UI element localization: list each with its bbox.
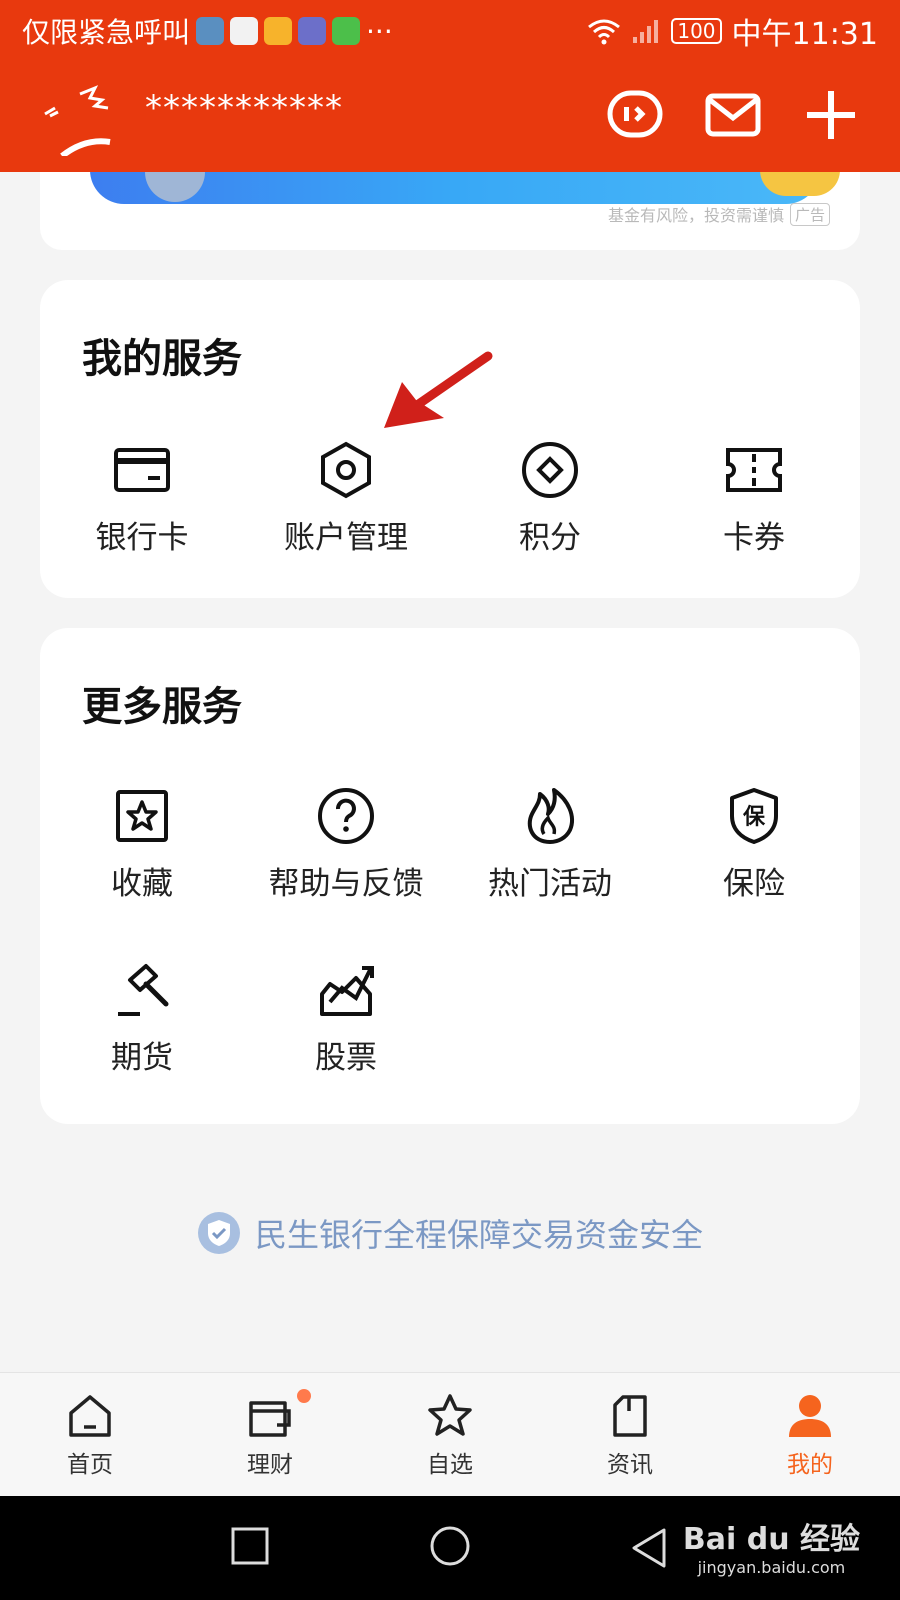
tab-label: 资讯 bbox=[607, 1452, 653, 1478]
shield-app-icon bbox=[230, 17, 259, 45]
tab-wealth[interactable]: 理财 bbox=[180, 1373, 360, 1496]
home-icon bbox=[69, 1395, 111, 1437]
service-insurance[interactable]: 保 保险 bbox=[652, 784, 856, 903]
check-shield-icon bbox=[197, 1212, 240, 1254]
status-bar: 仅限紧急呼叫 ··· 100 中午11:31 bbox=[0, 0, 900, 62]
more-services-card: 更多服务 收藏 帮助与反馈 热门活动 保 保险 期货 股票 bbox=[40, 628, 860, 1124]
service-points[interactable]: 积分 bbox=[448, 438, 652, 557]
plus-icon[interactable] bbox=[802, 86, 860, 144]
question-circle-icon bbox=[318, 788, 374, 844]
recent-apps-button[interactable] bbox=[230, 1526, 270, 1566]
guarantee-text: 民生银行全程保障交易资金安全 bbox=[254, 1216, 703, 1254]
more-services-title: 更多服务 bbox=[82, 684, 242, 730]
tab-news[interactable]: 资讯 bbox=[540, 1373, 720, 1496]
service-help-feedback[interactable]: 帮助与反馈 bbox=[244, 784, 448, 903]
bank-card-icon bbox=[114, 448, 170, 492]
disclaimer-text: 基金有风险，投资需谨慎 bbox=[607, 206, 784, 225]
my-services-card: 我的服务 银行卡 账户管理 积分 卡券 bbox=[40, 280, 860, 598]
document-icon bbox=[613, 1395, 647, 1437]
more-notifications: ··· bbox=[366, 14, 393, 48]
avatar[interactable] bbox=[40, 76, 120, 156]
battery-indicator: 100 bbox=[671, 18, 722, 44]
risk-disclaimer: 基金有风险，投资需谨慎 广告 bbox=[608, 202, 830, 226]
back-button[interactable] bbox=[630, 1526, 670, 1570]
service-account-management[interactable]: 账户管理 bbox=[244, 438, 448, 557]
service-stocks[interactable]: 股票 bbox=[244, 958, 448, 1077]
bottom-tab-bar: 首页 理财 自选 资讯 我的 bbox=[0, 1372, 900, 1496]
hexagon-settings-icon bbox=[321, 441, 371, 499]
security-guarantee: 民生银行全程保障交易资金安全 bbox=[0, 1210, 900, 1256]
tab-label: 理财 bbox=[247, 1452, 293, 1478]
svg-text:保: 保 bbox=[742, 805, 766, 830]
flame-icon bbox=[527, 788, 574, 844]
username: *********** bbox=[145, 88, 343, 128]
points-diamond-icon bbox=[522, 442, 578, 498]
tab-home[interactable]: 首页 bbox=[0, 1373, 180, 1496]
tab-label: 我的 bbox=[787, 1452, 833, 1478]
map-app-icon bbox=[298, 17, 327, 45]
service-favorites[interactable]: 收藏 bbox=[40, 784, 244, 903]
service-bank-card[interactable]: 银行卡 bbox=[40, 438, 244, 557]
my-services-title: 我的服务 bbox=[82, 336, 242, 382]
signal-icon bbox=[633, 20, 659, 43]
service-hot-events[interactable]: 热门活动 bbox=[448, 784, 652, 903]
status-time: 中午11:31 bbox=[731, 17, 878, 52]
service-label: 帮助与反馈 bbox=[268, 866, 424, 902]
system-nav-bar: Bai du 经验 jingyan.baidu.com bbox=[0, 1496, 900, 1600]
service-label: 积分 bbox=[519, 520, 581, 556]
profile-header: *********** bbox=[0, 62, 900, 172]
carrier-text: 仅限紧急呼叫 bbox=[22, 16, 191, 49]
person-icon bbox=[789, 1395, 831, 1437]
tab-me[interactable]: 我的 bbox=[720, 1373, 900, 1496]
ticket-icon bbox=[726, 448, 782, 492]
service-label: 银行卡 bbox=[95, 520, 189, 556]
service-label: 账户管理 bbox=[284, 520, 408, 556]
service-label: 卡券 bbox=[723, 520, 785, 556]
watermark-brand: Bai du 经验 bbox=[682, 1522, 860, 1557]
service-label: 股票 bbox=[315, 1040, 377, 1076]
ad-tag: 广告 bbox=[789, 202, 830, 226]
service-label: 收藏 bbox=[111, 866, 173, 902]
wallet-icon bbox=[249, 1401, 291, 1437]
shield-bao-icon: 保 bbox=[730, 788, 778, 844]
service-coupons[interactable]: 卡券 bbox=[652, 438, 856, 557]
wifi-icon bbox=[588, 19, 621, 45]
annotation-arrow bbox=[384, 351, 493, 428]
service-label: 期货 bbox=[111, 1040, 173, 1076]
home-button[interactable] bbox=[428, 1526, 472, 1570]
service-label: 热门活动 bbox=[488, 866, 612, 902]
gavel-icon bbox=[118, 964, 169, 1016]
banner-coin-graphic bbox=[760, 170, 840, 196]
tab-label: 自选 bbox=[427, 1452, 473, 1478]
notification-dot bbox=[297, 1389, 311, 1403]
service-futures[interactable]: 期货 bbox=[40, 958, 244, 1077]
chat-bubble-icon[interactable] bbox=[606, 86, 664, 144]
service-label: 保险 bbox=[723, 866, 785, 902]
star-icon bbox=[428, 1394, 472, 1436]
mail-icon[interactable] bbox=[704, 86, 762, 144]
baidu-watermark: Bai du 经验 jingyan.baidu.com bbox=[683, 1514, 860, 1577]
book-app-icon bbox=[332, 17, 361, 45]
security-app-icon bbox=[196, 17, 225, 45]
watermark-url: jingyan.baidu.com bbox=[697, 1558, 846, 1577]
tab-label: 首页 bbox=[67, 1452, 113, 1478]
star-box-icon bbox=[116, 790, 168, 842]
tab-watchlist[interactable]: 自选 bbox=[360, 1373, 540, 1496]
reader-app-icon bbox=[264, 17, 293, 45]
trend-chart-icon bbox=[320, 966, 374, 1016]
